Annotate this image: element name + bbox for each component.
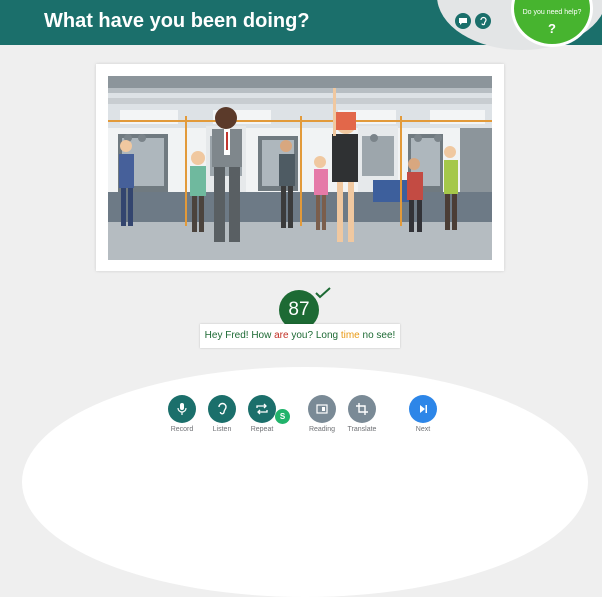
record-button[interactable] [168, 395, 196, 423]
next-label: Next [415, 426, 431, 433]
sentence-segment-error: are [274, 330, 289, 341]
chat-bubble-icon [459, 18, 467, 25]
checkmark-icon [315, 287, 331, 299]
next-button[interactable] [409, 395, 437, 423]
chat-button[interactable] [455, 13, 471, 29]
repeat-icon [256, 403, 268, 415]
reading-button[interactable] [308, 395, 336, 423]
ear-icon [480, 16, 487, 26]
sentence-segment: no see! [359, 330, 396, 341]
repeat-label: Repeat [250, 426, 274, 433]
sentence-segment-warning: time [340, 330, 360, 341]
page-title: What have you been doing? [44, 10, 310, 32]
sentence-segment: Hey Fred! How [204, 330, 275, 341]
ear-icon [218, 402, 227, 415]
help-question-mark: ? [548, 21, 556, 36]
reading-icon [316, 404, 328, 414]
translate-label: Translate [347, 426, 377, 433]
listen-header-button[interactable] [475, 13, 491, 29]
subway-scene-image [108, 76, 492, 260]
next-control: Next [398, 395, 448, 433]
repeat-badge: S [275, 409, 290, 424]
repeat-button[interactable] [248, 395, 276, 423]
translate-button[interactable] [348, 395, 376, 423]
spoken-sentence: Hey Fred! How are you? Long time no see! [200, 324, 400, 348]
help-label: Do you need help? [522, 9, 582, 16]
listen-button[interactable] [208, 395, 236, 423]
skip-next-icon [420, 405, 427, 413]
sentence-segment: you? Long [288, 330, 341, 341]
crop-icon [356, 403, 368, 415]
scene-card [96, 64, 504, 271]
translate-control: Translate [337, 395, 387, 433]
microphone-icon [177, 403, 187, 415]
subway-scene-illustration [108, 76, 492, 260]
